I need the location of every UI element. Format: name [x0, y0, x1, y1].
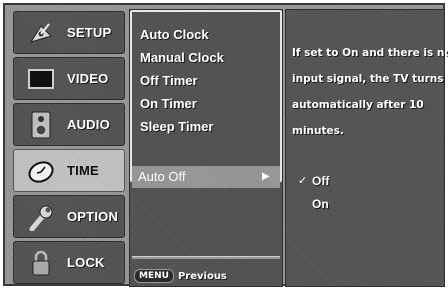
- sidebar-item-label: AUDIO: [67, 117, 110, 132]
- help-line: If set to On and there is no: [292, 47, 448, 59]
- submenu-item-manual-clock[interactable]: Manual Clock: [140, 47, 224, 69]
- sidebar-item-setup[interactable]: SETUP: [13, 11, 125, 54]
- time-submenu: Auto Clock Manual Clock Off Timer On Tim…: [129, 9, 283, 287]
- sidebar-item-option[interactable]: OPTION: [13, 195, 125, 238]
- help-line: automatically after 10: [292, 99, 424, 111]
- speaker-icon: [26, 111, 56, 139]
- submenu-divider: [132, 256, 280, 259]
- sidebar-item-label: TIME: [67, 163, 99, 178]
- option-on[interactable]: On: [312, 194, 329, 214]
- previous-label: Previous: [177, 270, 227, 282]
- sidebar-item-audio[interactable]: AUDIO: [13, 103, 125, 146]
- satellite-dish-icon: [26, 19, 56, 47]
- help-line: input signal, the TV turns off: [292, 73, 448, 85]
- wrench-icon: [26, 203, 56, 231]
- menu-frame: SETUP VIDEO AUDIO TIME OPTION LOCK Auto …: [3, 3, 448, 287]
- checkmark-icon: ✓: [298, 175, 308, 187]
- submenu-item-off-timer[interactable]: Off Timer: [140, 70, 198, 92]
- menu-previous-hint[interactable]: MENU Previous: [134, 268, 227, 284]
- sidebar-item-label: LOCK: [67, 255, 105, 270]
- menu-key-badge: MENU: [134, 269, 174, 283]
- right-arrow-icon: ▶: [262, 171, 270, 182]
- option-off[interactable]: Off: [312, 171, 329, 191]
- category-menu: SETUP VIDEO AUDIO TIME OPTION LOCK: [13, 9, 125, 287]
- submenu-item-auto-off[interactable]: Auto Off ▶: [132, 166, 280, 188]
- sidebar-item-time[interactable]: TIME: [13, 149, 125, 192]
- tv-screen-icon: [26, 65, 56, 93]
- padlock-icon: [26, 249, 56, 277]
- selected-item-label: Auto Off: [138, 169, 186, 184]
- submenu-item-sleep-timer[interactable]: Sleep Timer: [140, 116, 213, 138]
- clock-icon: [26, 157, 56, 185]
- tv-osd-screen: SETUP VIDEO AUDIO TIME OPTION LOCK Auto …: [0, 0, 448, 292]
- sidebar-item-lock[interactable]: LOCK: [13, 241, 125, 284]
- sidebar-item-label: VIDEO: [67, 71, 109, 86]
- sidebar-item-video[interactable]: VIDEO: [13, 57, 125, 100]
- sidebar-item-label: OPTION: [67, 209, 119, 224]
- submenu-item-on-timer[interactable]: On Timer: [140, 93, 197, 115]
- sidebar-item-label: SETUP: [67, 25, 112, 40]
- help-panel: If set to On and there is no input signa…: [285, 9, 448, 287]
- help-line: minutes.: [292, 125, 344, 137]
- help-description: If set to On and there is no input signa…: [292, 40, 448, 144]
- submenu-item-auto-clock[interactable]: Auto Clock: [140, 24, 209, 46]
- submenu-list: Auto Clock Manual Clock Off Timer On Tim…: [130, 10, 282, 182]
